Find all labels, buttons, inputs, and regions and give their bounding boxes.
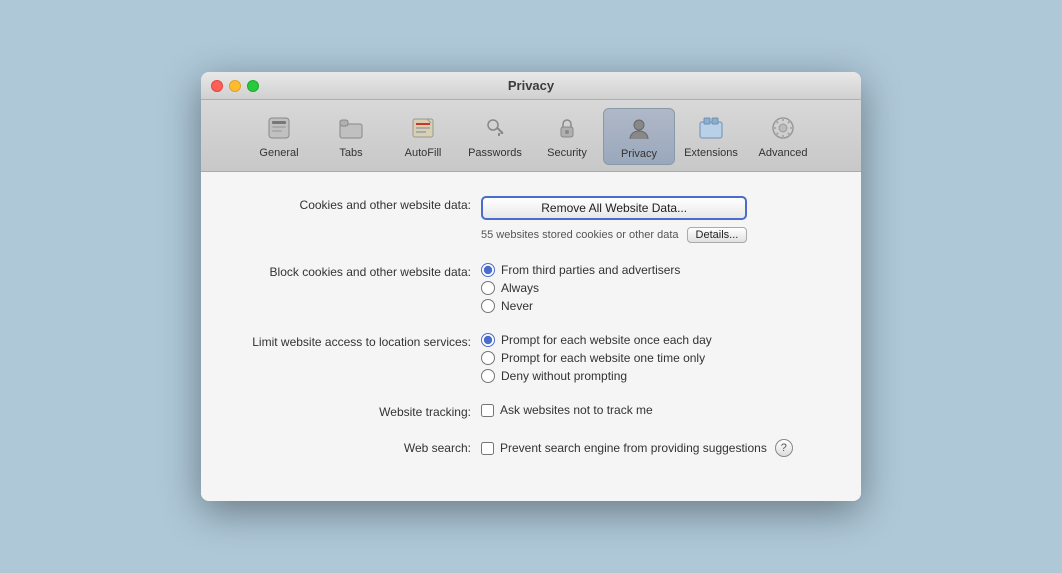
websearch-controls: Prevent search engine from providing sug… xyxy=(481,439,793,457)
title-bar: Privacy xyxy=(201,72,861,100)
location-row: Limit website access to location service… xyxy=(221,333,841,383)
block-cookies-option-always[interactable]: Always xyxy=(481,281,680,295)
cookies-label: Cookies and other website data: xyxy=(221,196,481,212)
minimize-button[interactable] xyxy=(229,80,241,92)
privacy-icon xyxy=(623,113,655,145)
block-cookies-option-never-label: Never xyxy=(501,299,533,313)
location-controls: Prompt for each website once each day Pr… xyxy=(481,333,712,383)
location-label: Limit website access to location service… xyxy=(221,333,481,349)
location-option-deny-label: Deny without prompting xyxy=(501,369,627,383)
block-cookies-radio-always[interactable] xyxy=(481,281,495,295)
block-cookies-option-never[interactable]: Never xyxy=(481,299,680,313)
tab-privacy[interactable]: Privacy xyxy=(603,108,675,165)
location-option-prompt-day[interactable]: Prompt for each website once each day xyxy=(481,333,712,347)
cookies-controls: Remove All Website Data... 55 websites s… xyxy=(481,196,747,243)
block-cookies-option-third-parties-label: From third parties and advertisers xyxy=(501,263,680,277)
tab-advanced-label: Advanced xyxy=(759,147,808,159)
cookies-count-text: 55 websites stored cookies or other data xyxy=(481,229,679,241)
websearch-row: Web search: Prevent search engine from p… xyxy=(221,439,841,457)
tracking-checkbox-label: Ask websites not to track me xyxy=(500,403,653,417)
tab-passwords[interactable]: Passwords xyxy=(459,108,531,165)
location-option-deny[interactable]: Deny without prompting xyxy=(481,369,712,383)
tab-security-label: Security xyxy=(547,147,587,159)
cookies-row: Cookies and other website data: Remove A… xyxy=(221,196,841,243)
tab-tabs[interactable]: Tabs xyxy=(315,108,387,165)
block-cookies-row: Block cookies and other website data: Fr… xyxy=(221,263,841,313)
tracking-row: Website tracking: Ask websites not to tr… xyxy=(221,403,841,419)
block-cookies-radio-never[interactable] xyxy=(481,299,495,313)
tracking-checkbox-option[interactable]: Ask websites not to track me xyxy=(481,403,653,417)
websearch-label: Web search: xyxy=(221,439,481,455)
tab-advanced[interactable]: Advanced xyxy=(747,108,819,165)
tracking-controls: Ask websites not to track me xyxy=(481,403,653,417)
location-radio-prompt-once[interactable] xyxy=(481,351,495,365)
tab-general[interactable]: General xyxy=(243,108,315,165)
tracking-label: Website tracking: xyxy=(221,403,481,419)
tab-autofill[interactable]: AutoFill xyxy=(387,108,459,165)
tabs-icon xyxy=(335,112,367,144)
extensions-icon xyxy=(695,112,727,144)
maximize-button[interactable] xyxy=(247,80,259,92)
remove-all-website-data-button[interactable]: Remove All Website Data... xyxy=(481,196,747,220)
tab-privacy-label: Privacy xyxy=(621,148,657,160)
tab-passwords-label: Passwords xyxy=(468,147,522,159)
location-option-prompt-once-label: Prompt for each website one time only xyxy=(501,351,705,365)
window-title: Privacy xyxy=(508,78,554,93)
content-area: Cookies and other website data: Remove A… xyxy=(201,172,861,501)
tracking-checkbox[interactable] xyxy=(481,404,494,417)
traffic-lights xyxy=(211,80,259,92)
security-icon xyxy=(551,112,583,144)
advanced-icon xyxy=(767,112,799,144)
tab-autofill-label: AutoFill xyxy=(405,147,442,159)
block-cookies-controls: From third parties and advertisers Alway… xyxy=(481,263,680,313)
tab-extensions-label: Extensions xyxy=(684,147,738,159)
websearch-checkbox-option[interactable]: Prevent search engine from providing sug… xyxy=(481,441,767,455)
websearch-help-button[interactable]: ? xyxy=(775,439,793,457)
details-button[interactable]: Details... xyxy=(687,227,748,243)
general-icon xyxy=(263,112,295,144)
tab-security[interactable]: Security xyxy=(531,108,603,165)
tab-extensions[interactable]: Extensions xyxy=(675,108,747,165)
toolbar: General Tabs AutoFill xyxy=(201,100,861,172)
close-button[interactable] xyxy=(211,80,223,92)
tab-general-label: General xyxy=(259,147,298,159)
websearch-checkbox-label: Prevent search engine from providing sug… xyxy=(500,441,767,455)
safari-preferences-window: Privacy General Tabs xyxy=(201,72,861,501)
block-cookies-label: Block cookies and other website data: xyxy=(221,263,481,279)
location-option-prompt-once[interactable]: Prompt for each website one time only xyxy=(481,351,712,365)
block-cookies-option-always-label: Always xyxy=(501,281,539,295)
tab-tabs-label: Tabs xyxy=(339,147,362,159)
location-radio-prompt-day[interactable] xyxy=(481,333,495,347)
block-cookies-option-third-parties[interactable]: From third parties and advertisers xyxy=(481,263,680,277)
block-cookies-radio-third-parties[interactable] xyxy=(481,263,495,277)
cookies-sub-info: 55 websites stored cookies or other data… xyxy=(481,227,747,243)
location-option-prompt-day-label: Prompt for each website once each day xyxy=(501,333,712,347)
websearch-checkbox[interactable] xyxy=(481,442,494,455)
autofill-icon xyxy=(407,112,439,144)
passwords-icon xyxy=(479,112,511,144)
location-radio-deny[interactable] xyxy=(481,369,495,383)
